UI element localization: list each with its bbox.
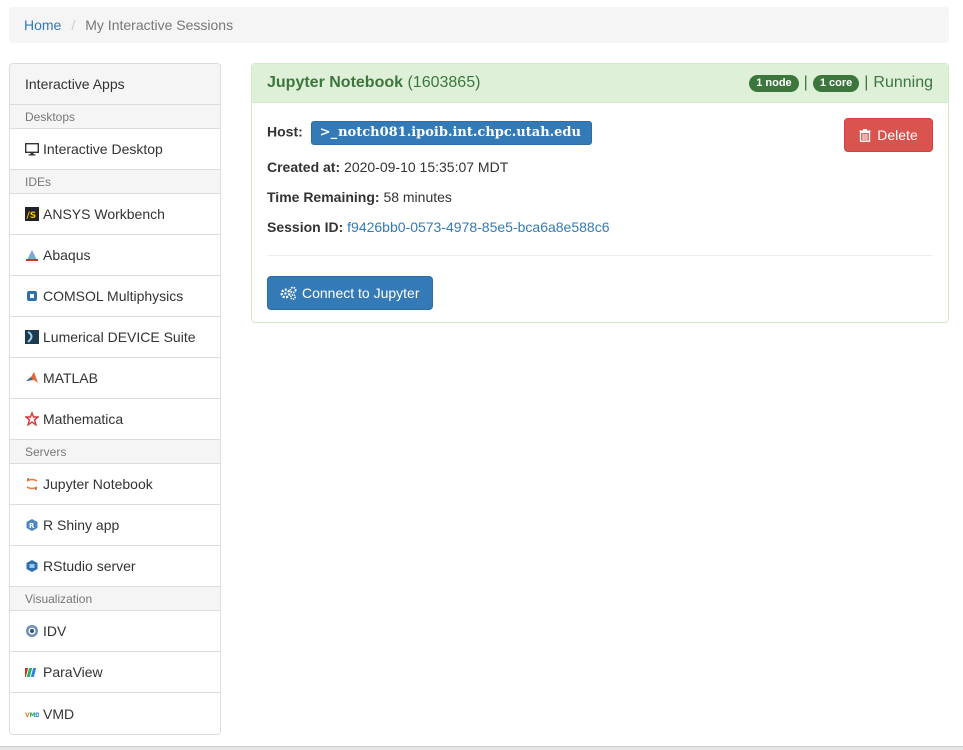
sidebar-item-idv[interactable]: IDV: [10, 611, 220, 652]
sidebar-category-desktops: Desktops: [10, 105, 220, 129]
breadcrumb-home-link[interactable]: Home: [24, 17, 61, 33]
gears-icon: [280, 286, 297, 300]
host-shell-button[interactable]: >_ notch081.ipoib.int.chpc.utah.edu: [310, 121, 592, 145]
session-status-area: 1 node | 1 core | Running: [749, 74, 933, 92]
sidebar-item-jupyter-notebook[interactable]: Jupyter Notebook: [10, 464, 220, 505]
host-value: notch081.ipoib.int.chpc.utah.edu: [338, 125, 581, 140]
host-label: Host:: [267, 123, 303, 140]
jupyter-icon: [25, 477, 39, 491]
ansys-icon: /S: [25, 207, 39, 221]
divider: [267, 255, 933, 256]
sidebar-item-label: VMD: [43, 705, 75, 722]
sidebar-item-label: Mathematica: [43, 411, 124, 427]
sidebar-item-label: ANSYS Workbench: [43, 206, 165, 222]
session-panel-body: Delete Host: >_ notch081.ipoib.int.chpc.…: [252, 103, 948, 325]
sidebar-item-r-shiny[interactable]: R R Shiny app: [10, 505, 220, 546]
window-bottom-edge: [0, 746, 963, 750]
matlab-icon: [25, 371, 39, 385]
sidebar-item-comsol[interactable]: COMSOL Multiphysics: [10, 276, 220, 317]
sidebar-item-label: R Shiny app: [43, 517, 120, 533]
terminal-icon: >_: [319, 125, 338, 140]
vmd-icon: VMD: [25, 707, 39, 721]
svg-text:R: R: [29, 522, 35, 530]
created-value: 2020-09-10 15:35:07 MDT: [344, 159, 509, 175]
connect-button[interactable]: Connect to Jupyter: [267, 276, 433, 310]
session-app-name: Jupyter Notebook: [267, 74, 404, 91]
sidebar-item-label: IDV: [43, 623, 67, 639]
nodes-badge: 1 node: [749, 74, 799, 92]
created-label: Created at:: [267, 159, 341, 175]
sidebar-item-label: COMSOL Multiphysics: [43, 288, 184, 304]
breadcrumb-separator: /: [71, 17, 76, 33]
interactive-apps-sidebar: Interactive Apps Desktops Interactive De…: [9, 63, 221, 735]
delete-button[interactable]: Delete: [844, 118, 933, 152]
sidebar-category-servers: Servers: [10, 440, 220, 464]
rshiny-icon: R: [25, 518, 39, 532]
trash-icon: [859, 128, 871, 142]
session-panel: Jupyter Notebook (1603865) 1 node | 1 co…: [251, 63, 949, 323]
paraview-icon: [25, 665, 39, 679]
sidebar-item-vmd[interactable]: VMD VMD: [10, 693, 220, 734]
delete-label: Delete: [877, 127, 918, 143]
host-row: Host: >_ notch081.ipoib.int.chpc.utah.ed…: [267, 121, 933, 145]
sidebar-item-interactive-desktop[interactable]: Interactive Desktop: [10, 129, 220, 170]
session-panel-header: Jupyter Notebook (1603865) 1 node | 1 co…: [252, 64, 948, 103]
sidebar-category-ides: IDEs: [10, 170, 220, 194]
sidebar-item-rstudio-server[interactable]: RStudio server: [10, 546, 220, 587]
cores-badge: 1 core: [812, 74, 860, 92]
connect-label: Connect to Jupyter: [302, 285, 420, 301]
status-badge: Running: [873, 74, 933, 91]
sidebar-item-label: Interactive Desktop: [43, 141, 163, 157]
breadcrumb: Home / My Interactive Sessions: [9, 7, 949, 43]
sidebar-header: Interactive Apps: [10, 64, 220, 105]
sidebar-item-label: RStudio server: [43, 558, 136, 574]
session-id-row: Session ID: f9426bb0-0573-4978-85e5-bca6…: [267, 219, 933, 235]
created-row: Created at: 2020-09-10 15:35:07 MDT: [267, 159, 933, 175]
idv-icon: [25, 624, 39, 638]
comsol-icon: [25, 289, 39, 303]
session-id-link[interactable]: f9426bb0-0573-4978-85e5-bca6a8e588c6: [347, 219, 609, 235]
sidebar-item-lumerical[interactable]: Lumerical DEVICE Suite: [10, 317, 220, 358]
session-job-id: (1603865): [407, 74, 481, 91]
sidebar-item-mathematica[interactable]: Mathematica: [10, 399, 220, 440]
session-title: Jupyter Notebook (1603865): [267, 74, 480, 92]
sidebar-category-visualization: Visualization: [10, 587, 220, 611]
status-separator: |: [803, 74, 808, 91]
sidebar-item-label: Jupyter Notebook: [43, 476, 153, 492]
sidebar-item-label: Lumerical DEVICE Suite: [43, 329, 196, 345]
rstudio-icon: [25, 559, 39, 573]
sidebar-item-ansys-workbench[interactable]: /S ANSYS Workbench: [10, 194, 220, 235]
abaqus-icon: [25, 248, 39, 262]
breadcrumb-current: My Interactive Sessions: [85, 17, 234, 33]
sidebar-item-abaqus[interactable]: Abaqus: [10, 235, 220, 276]
time-remaining-value: 58 minutes: [383, 189, 452, 205]
sidebar-item-label: MATLAB: [43, 370, 98, 386]
sidebar-item-label: Abaqus: [43, 247, 91, 263]
sidebar-item-matlab[interactable]: MATLAB: [10, 358, 220, 399]
status-separator: |: [864, 74, 869, 91]
mathematica-icon: [25, 412, 39, 426]
sidebar-item-paraview[interactable]: ParaView: [10, 652, 220, 693]
time-remaining-row: Time Remaining: 58 minutes: [267, 189, 933, 205]
lumerical-icon: [25, 330, 39, 344]
svg-text:/S: /S: [27, 211, 37, 221]
session-id-label: Session ID:: [267, 219, 344, 235]
time-remaining-label: Time Remaining:: [267, 189, 380, 205]
svg-text:D: D: [35, 712, 39, 719]
sidebar-item-label: ParaView: [43, 664, 103, 680]
monitor-icon: [25, 142, 39, 156]
